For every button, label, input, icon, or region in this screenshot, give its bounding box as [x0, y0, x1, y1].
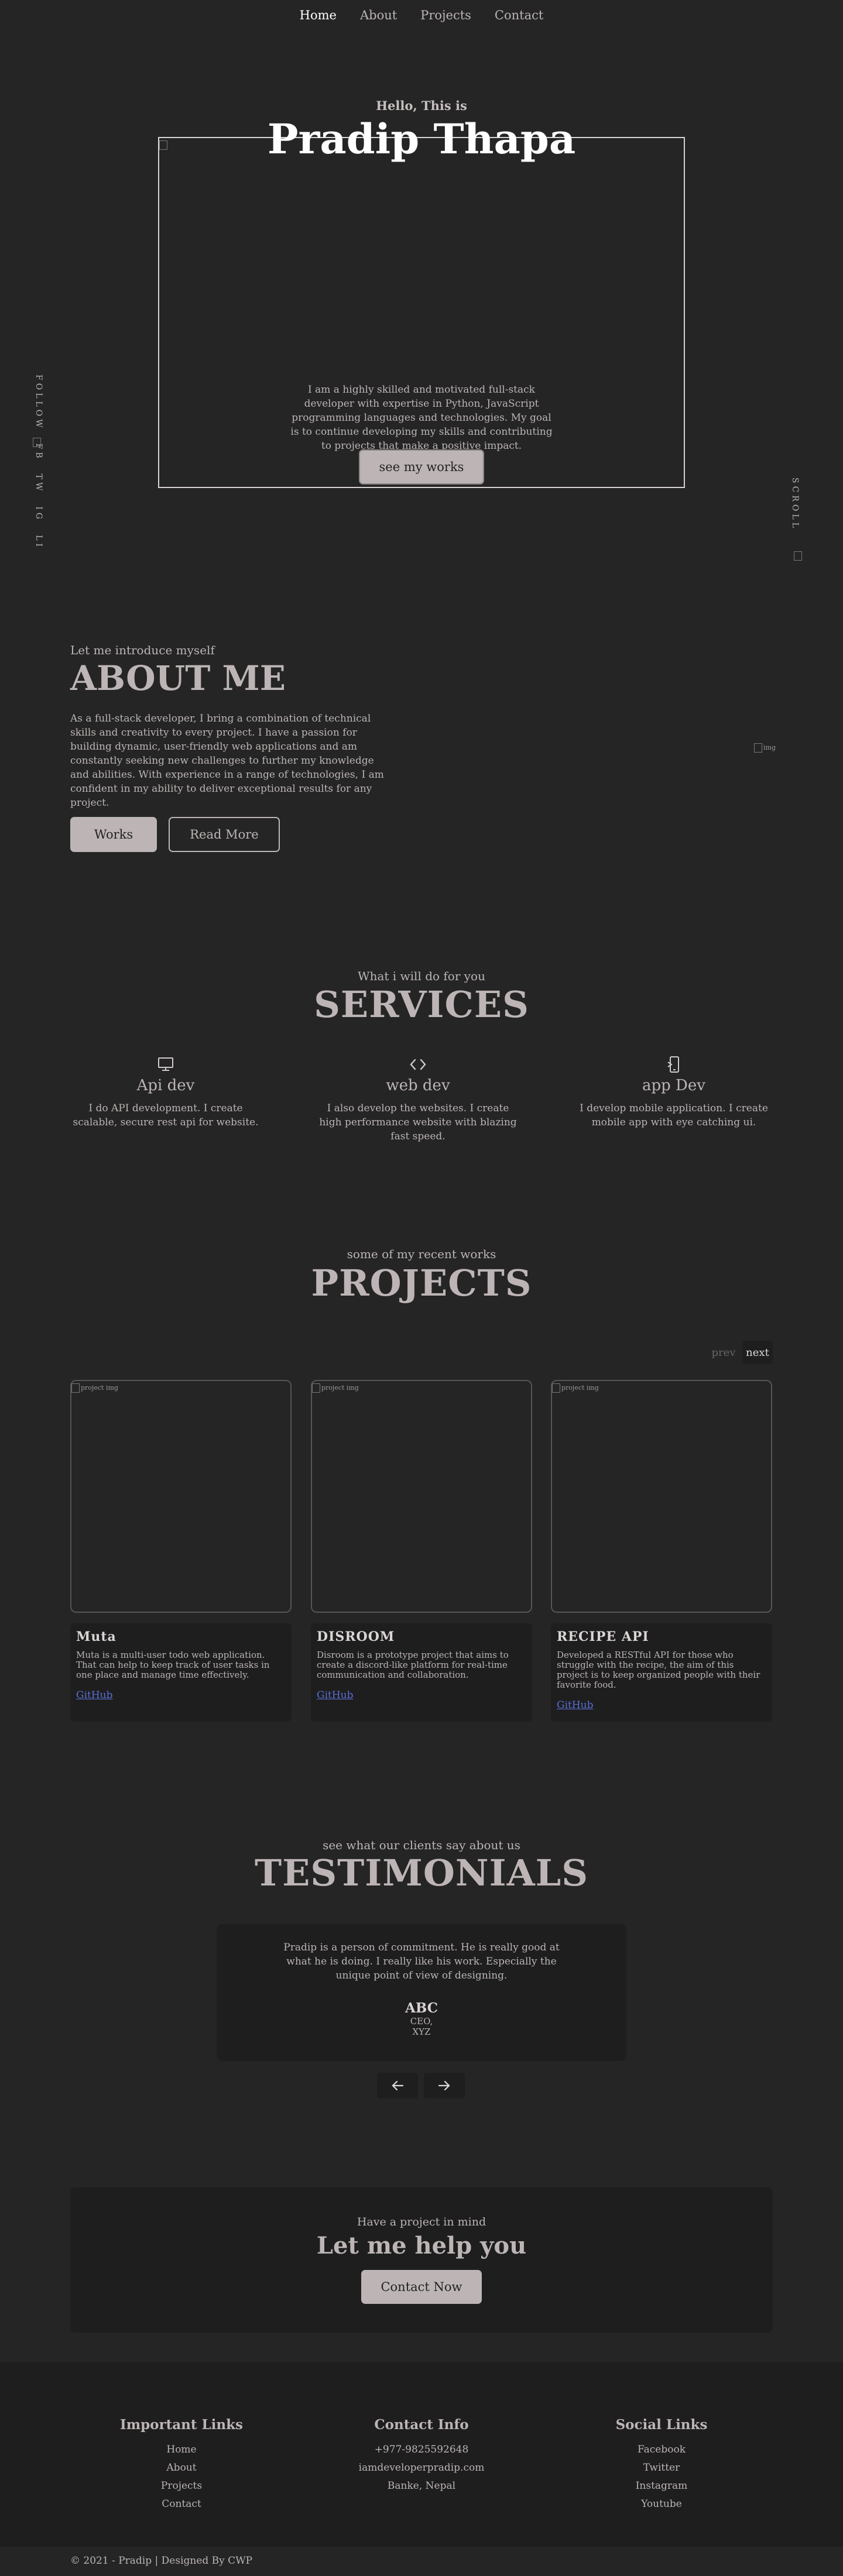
footer-heading: Important Links: [119, 2417, 244, 2433]
footer-social-links: Social Links Facebook Twitter Instagram …: [574, 2417, 749, 2513]
services-title: SERVICES: [314, 983, 529, 1026]
project-image: project img: [311, 1380, 532, 1613]
footer-phone[interactable]: +977-9825592648: [334, 2441, 509, 2459]
footer-heading: Contact Info: [374, 2417, 469, 2433]
footer-heading: Social Links: [615, 2417, 708, 2433]
service-name: Api dev: [136, 1077, 195, 1094]
projects-next-button[interactable]: next: [742, 1341, 773, 1364]
project-broken-image: project img: [312, 1384, 359, 1392]
footer-link-instagram[interactable]: Instagram: [574, 2477, 749, 2495]
arrow-right-icon: [438, 2080, 450, 2091]
service-desc: I also develop the websites. I create hi…: [319, 1102, 517, 1142]
projects-kicker: some of my recent works: [347, 1247, 496, 1261]
testimonial-prev-button[interactable]: [377, 2073, 418, 2098]
testimonial-quote: Pradip is a person of commitment. He is …: [283, 1942, 560, 1981]
project-github-link[interactable]: GitHub: [76, 1689, 113, 1701]
service-name: web dev: [386, 1077, 450, 1094]
nav-home[interactable]: Home: [300, 8, 337, 22]
cta-kicker: Have a project in mind: [357, 2216, 486, 2228]
projects-prev-button[interactable]: prev: [708, 1341, 739, 1364]
project-github-link[interactable]: GitHub: [557, 1699, 594, 1711]
project-card-muta: Muta Muta is a multi-user todo web appli…: [70, 1623, 292, 1722]
about-broken-image: img: [754, 743, 776, 753]
project-title: Muta: [76, 1629, 116, 1644]
scroll-broken-image: [794, 551, 803, 561]
project-broken-image: project img: [71, 1384, 118, 1392]
footer-link-projects[interactable]: Projects: [94, 2477, 269, 2495]
project-desc: Developed a RESTful API for those who st…: [557, 1650, 760, 1690]
about-text: As a full-stack developer, I bring a com…: [70, 713, 384, 809]
footer-location: Banke, Nepal: [387, 2480, 456, 2492]
nav-contact[interactable]: Contact: [495, 8, 543, 22]
testimonial-role: CEO,: [410, 2016, 433, 2027]
testimonial-name: ABC: [405, 2000, 438, 2016]
follow-label: FOLLOW: [34, 375, 43, 431]
footer-website[interactable]: iamdeveloperpradip.com: [334, 2459, 509, 2477]
nav-about[interactable]: About: [360, 8, 397, 22]
project-image: project img: [70, 1380, 292, 1613]
footer-important-links: Important Links Home About Projects Cont…: [94, 2417, 269, 2513]
top-nav: Home About Projects Contact: [0, 8, 843, 22]
project-desc: Muta is a multi-user todo web applicatio…: [76, 1650, 270, 1680]
copyright-text: © 2021 - Pradip | Designed By CWP: [70, 2555, 253, 2567]
about-title: ABOUT ME: [70, 658, 286, 698]
service-api: Api dev I do API development. I create s…: [66, 1055, 265, 1129]
see-my-works-button[interactable]: see my works: [359, 449, 484, 485]
social-ig[interactable]: IG: [34, 506, 43, 522]
footer-link-twitter[interactable]: Twitter: [574, 2459, 749, 2477]
service-desc: I develop mobile application. I create m…: [580, 1102, 768, 1128]
testimonial-next-button[interactable]: [424, 2073, 465, 2098]
follow-bar: FOLLOW FB TW IG LI: [34, 375, 52, 568]
footer-contact-info: Contact Info +977-9825592648 iamdevelope…: [334, 2417, 509, 2495]
arrow-left-icon: [392, 2080, 404, 2091]
project-card-disroom: DISROOM Disroom is a prototype project t…: [311, 1623, 532, 1722]
monitor-icon: [66, 1055, 265, 1074]
testimonial-company: XYZ: [412, 2027, 431, 2037]
copyright-bar: © 2021 - Pradip | Designed By CWP: [0, 2547, 843, 2576]
nav-projects[interactable]: Projects: [420, 8, 471, 22]
testimonial-card: Pradip is a person of commitment. He is …: [217, 1924, 626, 2061]
social-li[interactable]: LI: [34, 535, 43, 549]
contact-now-button[interactable]: Contact Now: [361, 2270, 482, 2304]
cta-title: Let me help you: [316, 2232, 527, 2259]
footer-link-about[interactable]: About: [94, 2459, 269, 2477]
footer-link-contact[interactable]: Contact: [94, 2495, 269, 2513]
project-broken-image: project img: [552, 1384, 599, 1392]
testimonials-kicker: see what our clients say about us: [323, 1838, 520, 1852]
project-card-recipe-api: RECIPE API Developed a RESTful API for t…: [551, 1623, 772, 1722]
footer-link-home[interactable]: Home: [94, 2441, 269, 2459]
hero-kicker: Hello, This is: [376, 98, 467, 113]
read-more-button[interactable]: Read More: [169, 817, 280, 852]
project-title: DISROOM: [317, 1629, 395, 1644]
cta-panel: Have a project in mind Let me help you C…: [70, 2187, 773, 2333]
hero-title: Pradip Thapa: [267, 115, 576, 163]
follow-broken-image: [33, 438, 42, 447]
social-tw[interactable]: TW: [34, 474, 43, 494]
footer-link-youtube[interactable]: Youtube: [574, 2495, 749, 2513]
service-web: web dev I also develop the websites. I c…: [318, 1055, 518, 1143]
service-desc: I do API development. I create scalable,…: [73, 1102, 259, 1128]
mobile-icon: [574, 1055, 773, 1074]
testimonials-title: TESTIMONIALS: [254, 1852, 589, 1894]
service-name: app Dev: [642, 1077, 705, 1094]
services-kicker: What i will do for you: [358, 969, 485, 983]
project-image: project img: [551, 1380, 772, 1613]
footer-link-facebook[interactable]: Facebook: [574, 2441, 749, 2459]
project-github-link[interactable]: GitHub: [317, 1689, 354, 1701]
project-title: RECIPE API: [557, 1629, 649, 1644]
hero-bio: I am a highly skilled and motivated full…: [290, 384, 553, 452]
about-kicker: Let me introduce myself: [70, 643, 215, 657]
code-icon: [318, 1055, 518, 1074]
project-desc: Disroom is a prototype project that aims…: [317, 1650, 509, 1680]
works-button[interactable]: Works: [70, 817, 157, 852]
service-app: app Dev I develop mobile application. I …: [574, 1055, 773, 1129]
projects-title: PROJECTS: [311, 1262, 532, 1304]
